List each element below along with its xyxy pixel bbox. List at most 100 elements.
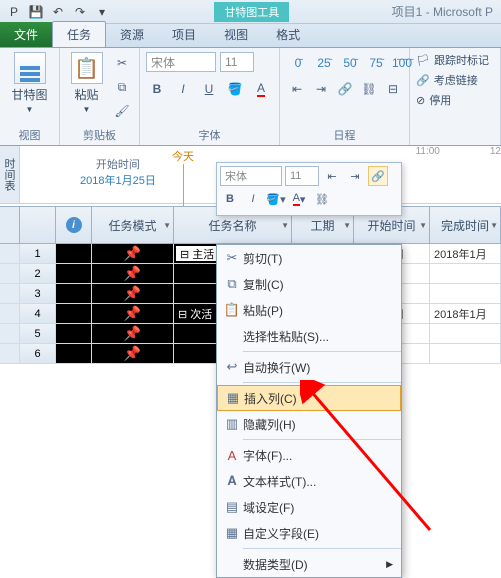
qat-dropdown-icon[interactable]: ▾ [92,3,112,21]
col-end[interactable]: 完成时间▼ [430,207,501,243]
ctx-hide-column[interactable]: ▥隐藏列(H) [217,411,401,437]
clipboard-icon: 📋 [221,302,243,318]
row-number[interactable]: 4 [20,304,56,323]
tab-file[interactable]: 文件 [0,22,52,47]
fill-color-button[interactable]: 🪣 [224,78,246,100]
font-size-select[interactable]: 11 [220,52,254,72]
disable-button[interactable]: ⊘停用 [416,92,489,108]
gantt-icon [14,52,46,84]
ctx-paste-special[interactable]: 选择性粘贴(S)... [217,323,401,349]
font-color-button[interactable]: A [250,78,272,100]
gantt-label: 甘特图 [11,86,47,103]
col-info[interactable]: i [56,207,92,243]
contextual-tab-label: 甘特图工具 [214,2,289,22]
window-title: 项目1 - Microsoft P [392,3,497,20]
tab-view[interactable]: 视图 [210,22,262,47]
indent-icon[interactable]: ⇥ [310,78,332,100]
track-mark-button[interactable]: 🏳跟踪时标记 [416,52,489,68]
split-icon[interactable]: ⊟ [382,78,404,100]
field-icon: ▤ [221,499,243,515]
timeline-start-label: 开始时间 [80,156,156,172]
scissors-icon: ✂ [221,250,243,266]
font-icon: A [221,448,243,463]
bold-button[interactable]: B [146,78,168,100]
tab-project[interactable]: 项目 [158,22,210,47]
mini-indent-icon[interactable]: ⇥ [345,166,365,186]
respect-links-button[interactable]: 🔗考虑链接 [416,72,489,88]
text-style-icon: 𝐀 [221,473,243,489]
mini-outdent-icon[interactable]: ⇤ [322,166,342,186]
link-icon[interactable]: 🔗 [334,78,356,100]
wrap-icon: ↩ [221,359,243,375]
ctx-text-style[interactable]: 𝐀文本样式(T)... [217,468,401,494]
mini-unlink-icon[interactable]: ⛓ [312,189,332,209]
group-view-label: 视图 [6,125,53,143]
ctx-copy[interactable]: ⧉复制(C) [217,271,401,297]
timeline-tick: 12 [490,146,501,157]
row-number[interactable]: 2 [20,264,56,283]
ctx-wrap[interactable]: ↩自动换行(W) [217,354,401,380]
mini-bold-icon[interactable]: B [220,189,240,209]
row-number[interactable]: 1 [20,244,56,263]
tab-format[interactable]: 格式 [262,22,314,47]
mini-italic-icon[interactable]: I [243,189,263,209]
row-number[interactable]: 6 [20,344,56,363]
timeline-side [0,207,20,243]
font-name-select[interactable]: 宋体 [146,52,216,72]
ribbon: 甘特图 ▼ 视图 粘贴 ▼ ✂ ⧉ 🖌 剪贴板 宋体 11 [0,48,501,146]
pin-icon: 📌 [124,245,141,262]
ctx-insert-column[interactable]: ▦插入列(C) [217,385,401,411]
ribbon-tabs: 文件 任务 资源 项目 视图 格式 [0,24,501,48]
cut-icon[interactable]: ✂ [111,52,133,74]
timeline-start-date: 2018年1月25日 [80,172,156,188]
quick-access-toolbar: P 💾 ↶ ↷ ▾ [4,3,112,21]
row-number[interactable]: 5 [20,324,56,343]
tab-resource[interactable]: 资源 [106,22,158,47]
col-task-mode[interactable]: 任务模式▼ [92,207,174,243]
ctx-custom-field[interactable]: ▦自定义字段(E) [217,520,401,546]
underline-button[interactable]: U [198,78,220,100]
unlink-icon[interactable]: ⛓ [358,78,380,100]
pct-50-icon[interactable]: 50̄ [338,52,362,74]
format-painter-icon[interactable]: 🖌 [111,100,133,122]
undo-icon[interactable]: ↶ [48,3,68,21]
redo-icon[interactable]: ↷ [70,3,90,21]
tab-task[interactable]: 任务 [52,21,106,47]
ctx-font[interactable]: A字体(F)... [217,442,401,468]
timeline-today-marker: 今天 [170,148,196,210]
context-menu: ✂剪切(T) ⧉复制(C) 📋粘贴(P) 选择性粘贴(S)... ↩自动换行(W… [216,244,402,578]
pin-icon: 📌 [124,325,141,342]
timeline-tick: 11:00 [416,146,440,157]
ctx-paste[interactable]: 📋粘贴(P) [217,297,401,323]
chain-icon: 🔗 [416,74,430,87]
mini-fill-icon[interactable]: 🪣▾ [266,189,286,209]
italic-button[interactable]: I [172,78,194,100]
mini-size-select[interactable]: 11 [285,166,319,186]
paste-label: 粘贴 [74,86,98,103]
group-sched-label: 日程 [286,125,403,143]
save-icon[interactable]: 💾 [26,3,46,21]
outdent-icon[interactable]: ⇤ [286,78,308,100]
mini-font-color-icon[interactable]: A▾ [289,189,309,209]
group-font-label: 字体 [146,125,273,143]
hide-col-icon: ▥ [221,416,243,432]
gantt-chart-button[interactable]: 甘特图 ▼ [6,52,53,114]
row-header-blank[interactable] [20,207,56,243]
info-icon: i [66,217,82,233]
mini-link-icon[interactable]: 🔗 [368,166,388,186]
pct-25-icon[interactable]: 25̄ [312,52,336,74]
copy-icon[interactable]: ⧉ [111,76,133,98]
mini-font-select[interactable]: 宋体 [220,166,282,186]
ctx-data-type[interactable]: 数据类型(D)▶ [217,551,401,577]
pct-75-icon[interactable]: 75̄ [364,52,388,74]
pin-icon: 📌 [124,305,141,322]
ctx-field-set[interactable]: ▤域设定(F) [217,494,401,520]
disable-icon: ⊘ [416,94,425,107]
app-icon[interactable]: P [4,3,24,21]
paste-button[interactable]: 粘贴 ▼ [66,52,107,114]
row-number[interactable]: 3 [20,284,56,303]
pct-0-icon[interactable]: 0̄ [286,52,310,74]
ctx-cut[interactable]: ✂剪切(T) [217,245,401,271]
timeline-side-label: 时间表 [0,146,20,203]
copy-icon: ⧉ [221,276,243,292]
